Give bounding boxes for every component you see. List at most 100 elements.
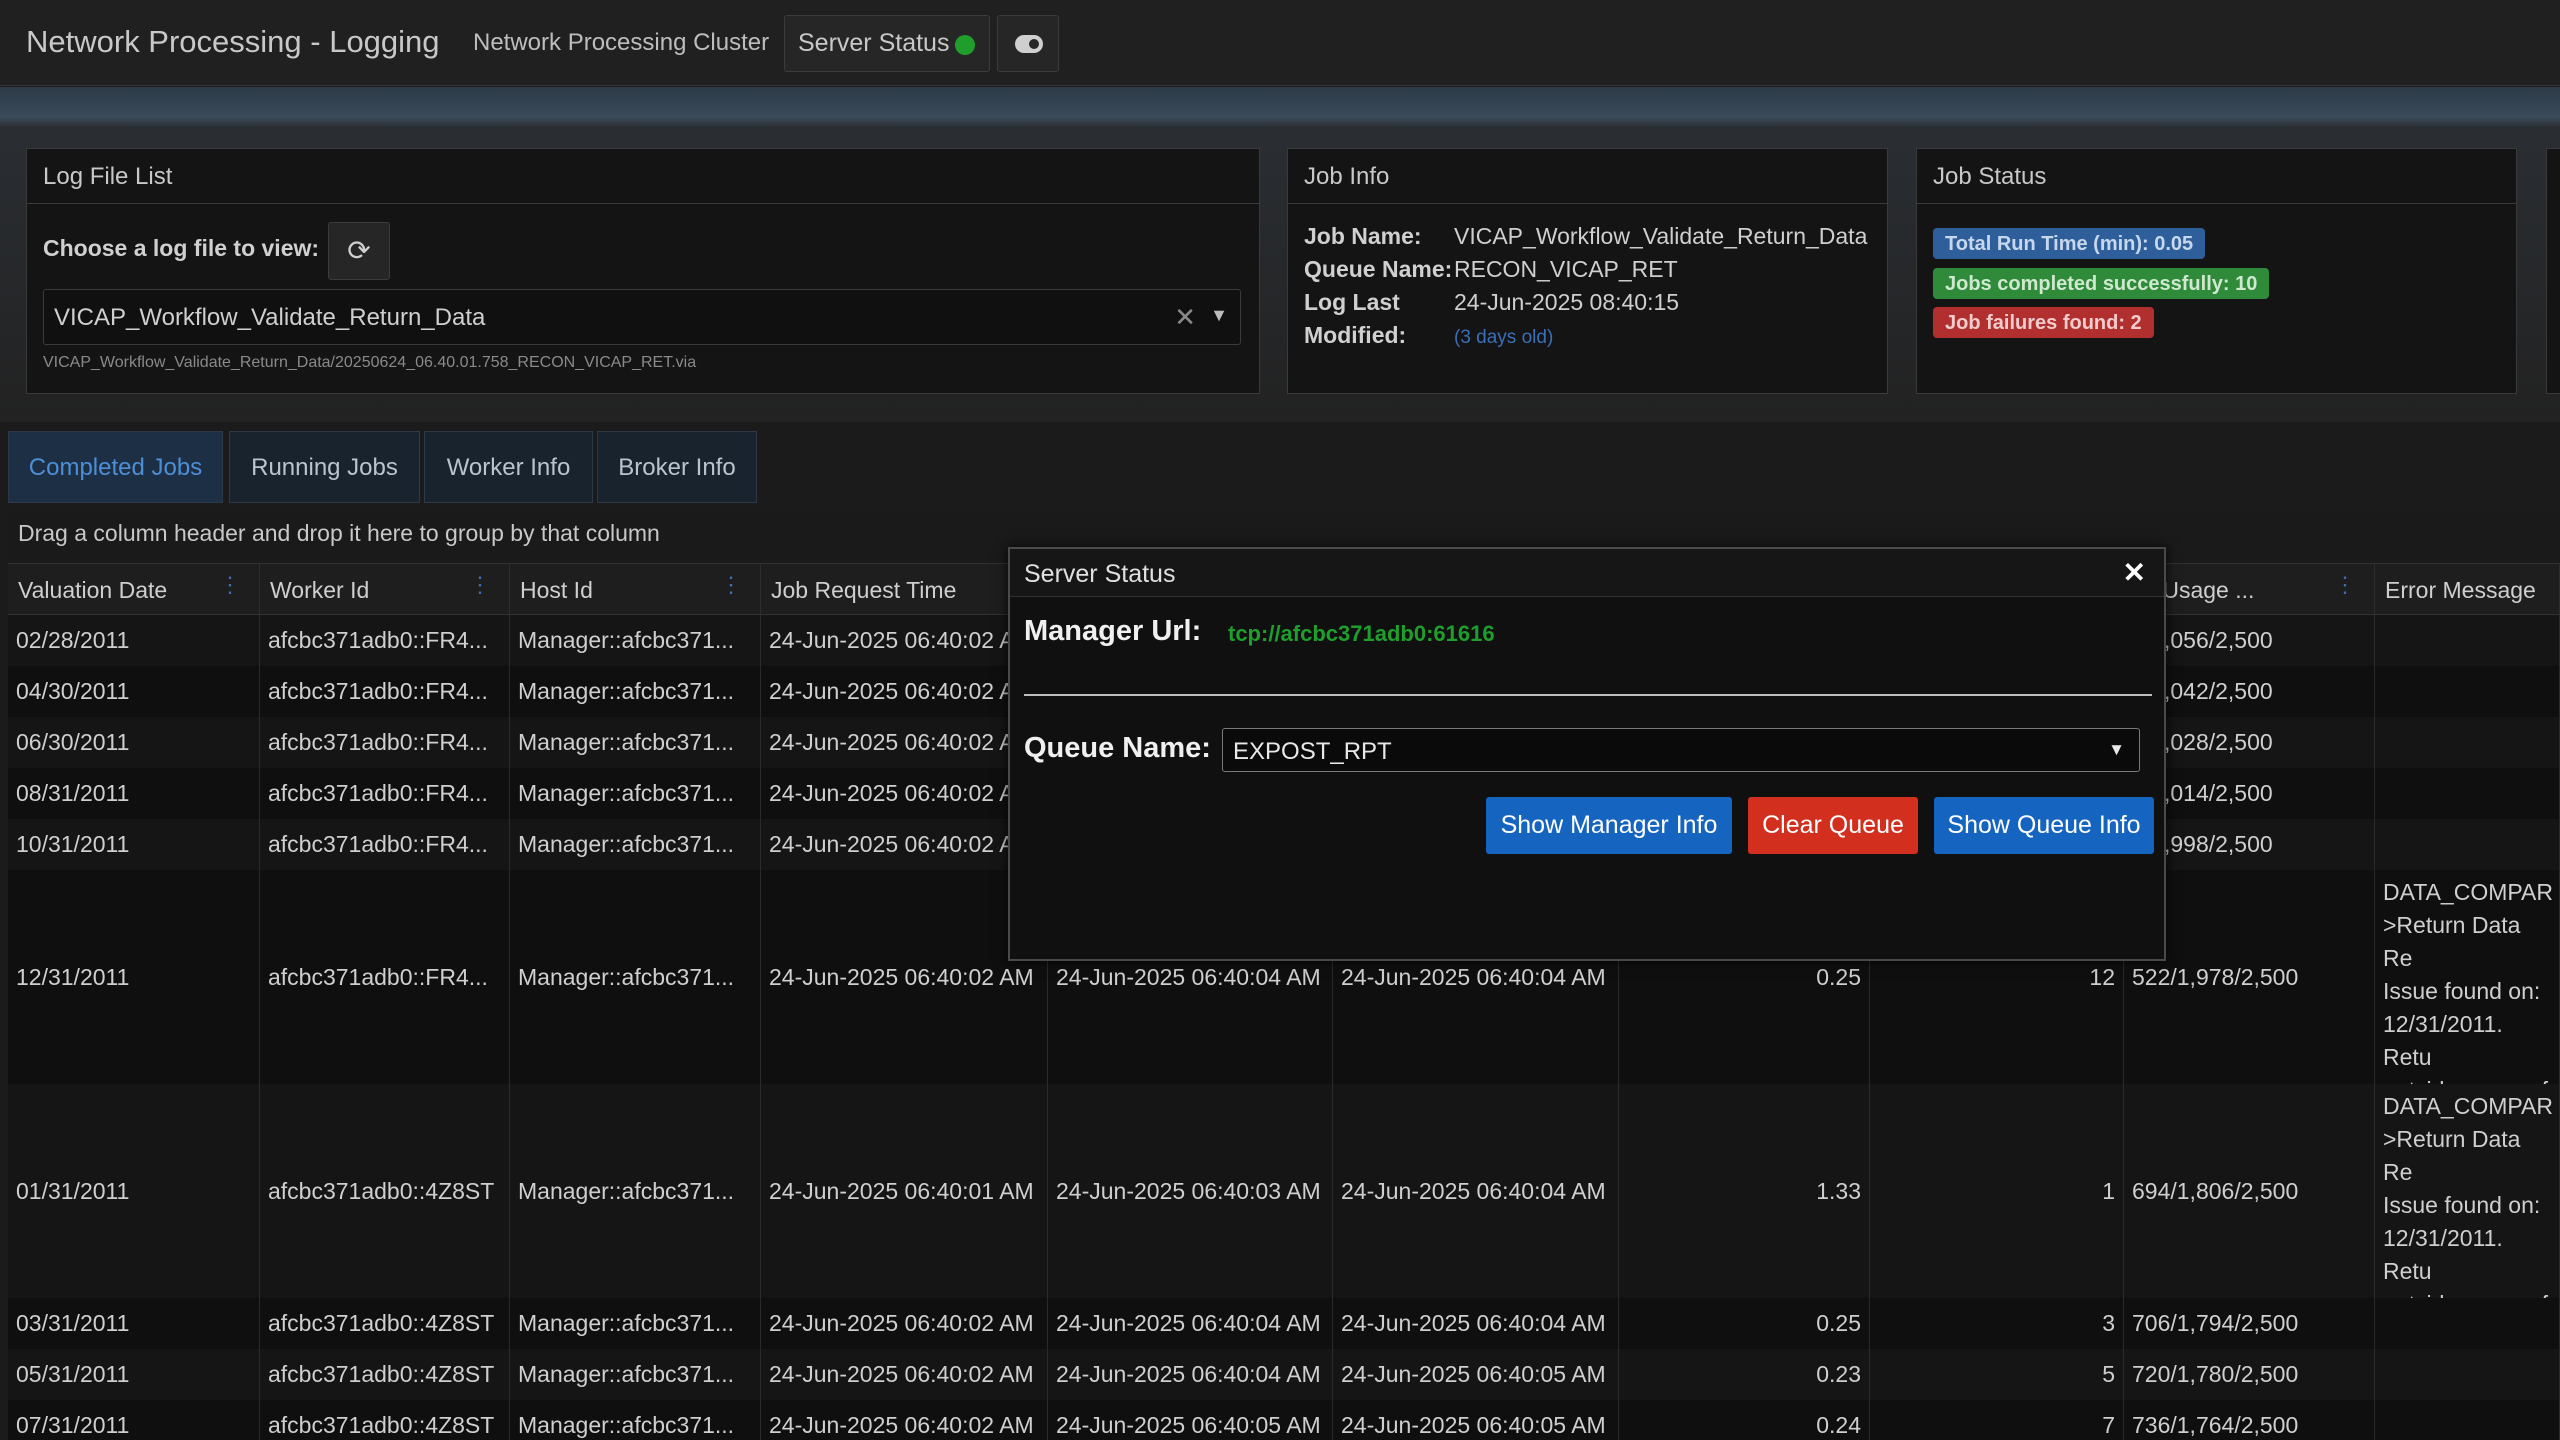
table-cell: 24-Jun-2025 06:40:02 AM [761, 615, 1048, 666]
table-cell: 24-Jun-2025 06:40:03 AM [1048, 1084, 1333, 1298]
column-header-label: Valuation Date [18, 577, 168, 603]
table-cell: 0.25 [1619, 1298, 1870, 1349]
table-cell: 24-Jun-2025 06:40:04 AM [1048, 1349, 1333, 1400]
table-cell: 01/31/2011 [8, 1084, 260, 1298]
column-header-label: Worker Id [270, 577, 370, 603]
log-file-path: VICAP_Workflow_Validate_Return_Data/2025… [43, 354, 697, 371]
table-cell: Manager::afcbc371... [510, 870, 761, 1084]
server-status-button[interactable]: Server Status [784, 15, 990, 72]
column-header-label: Job Request Time [771, 577, 957, 603]
chevron-down-icon: ▼ [2108, 740, 2125, 759]
table-cell: 24-Jun-2025 06:40:02 AM [761, 870, 1048, 1084]
tab-completed-jobs[interactable]: Completed Jobs [8, 431, 223, 503]
table-cell: 694/1,806/2,500 [2124, 1084, 2375, 1298]
table-cell: 12/31/2011 [8, 870, 260, 1084]
modal-title: Server Status [1024, 560, 1176, 588]
table-cell: Manager::afcbc371... [510, 615, 761, 666]
table-cell: afcbc371adb0::FR4... [260, 870, 510, 1084]
tab-worker-info[interactable]: Worker Info [424, 431, 593, 503]
table-row[interactable]: 01/31/2011 afcbc371adb0::4Z8ST Manager::af… [8, 1084, 2560, 1298]
chevron-down-icon[interactable]: ▼ [1210, 305, 1228, 326]
column-header-label: Host Id [520, 577, 593, 603]
table-cell [2375, 615, 2560, 666]
column-header-label: Error Message [2385, 577, 2536, 603]
column-header-error-message[interactable]: Error Message [2375, 564, 2560, 615]
job-failures-badge: Job failures found: 2 [1933, 307, 2154, 338]
table-cell: 24-Jun-2025 06:40:02 AM [761, 1298, 1048, 1349]
job-info-card: Job Info Job Name: VICAP_Workflow_Validat… [1287, 148, 1888, 394]
table-cell: 5 [1870, 1349, 2124, 1400]
table-cell: 24-Jun-2025 06:40:02 AM [761, 819, 1048, 870]
theme-toggle-button[interactable] [997, 15, 1059, 72]
queue-name-select[interactable]: EXPOST_RPT ▼ [1222, 728, 2140, 772]
jobs-completed-badge: Jobs completed successfully: 10 [1933, 268, 2270, 299]
job-name-label: Job Name: [1304, 223, 1422, 249]
table-cell: 03/31/2011 [8, 1298, 260, 1349]
table-cell: 24-Jun-2025 06:40:05 AM [1048, 1400, 1333, 1440]
column-menu-icon[interactable]: ⋮ [219, 572, 241, 598]
table-row[interactable]: 07/31/2011 afcbc371adb0::4Z8ST Manager::af… [8, 1400, 2560, 1440]
table-cell: Manager::afcbc371... [510, 1349, 761, 1400]
table-cell [2375, 717, 2560, 768]
column-menu-icon[interactable]: ⋮ [2334, 572, 2356, 598]
table-cell: 24-Jun-2025 06:40:04 AM [1048, 1298, 1333, 1349]
table-cell: 07/31/2011 [8, 1400, 260, 1440]
table-cell: DATA_COMPAR >Return Data Re Issue found … [2375, 1084, 2560, 1298]
column-header-host-id[interactable]: Host Id ⋮ [510, 564, 761, 615]
log-last-value: 24-Jun-2025 08:40:15 [1454, 289, 1680, 315]
queue-name-value: RECON_VICAP_RET [1454, 256, 1678, 282]
card-title: Job Info [1288, 149, 1887, 204]
manager-url-label: Manager Url: [1024, 615, 1202, 647]
log-file-selected-value: VICAP_Workflow_Validate_Return_Data [54, 304, 486, 331]
table-cell: 24-Jun-2025 06:40:04 AM [1333, 1298, 1619, 1349]
status-dot-icon [955, 35, 975, 55]
table-cell: DATA_COMPAR >Return Data Re Issue found … [2375, 870, 2560, 1084]
cluster-link[interactable]: Network Processing Cluster [473, 29, 769, 57]
table-cell: 10/31/2011 [8, 819, 260, 870]
show-queue-info-button[interactable]: Show Queue Info [1934, 797, 2154, 854]
modified-row: Modified: [1304, 322, 1454, 349]
column-header-valuation-date[interactable]: Valuation Date ⋮ [8, 564, 260, 615]
modal-divider [1024, 694, 2152, 696]
column-header-worker-id[interactable]: Worker Id ⋮ [260, 564, 510, 615]
table-cell: afcbc371adb0::FR4... [260, 819, 510, 870]
table-cell: afcbc371adb0::4Z8ST [260, 1084, 510, 1298]
table-cell [2375, 819, 2560, 870]
column-header-job-request-time[interactable]: Job Request Time [761, 564, 1048, 615]
table-cell [2375, 1400, 2560, 1440]
clear-queue-button[interactable]: Clear Queue [1748, 797, 1918, 854]
log-file-select[interactable]: VICAP_Workflow_Validate_Return_Data ✕ ▼ [43, 289, 1241, 345]
refresh-button[interactable]: ⟳ [328, 222, 390, 280]
table-cell [2375, 1298, 2560, 1349]
log-file-list-card: Log File List Choose a log file to view:… [26, 148, 1260, 394]
offscreen-card [2546, 148, 2560, 394]
table-cell: 3 [1870, 1298, 2124, 1349]
table-cell: 0.24 [1619, 1400, 1870, 1440]
top-navbar: Network Processing - Logging Network Pro… [0, 0, 2560, 86]
queue-name-row: Queue Name:RECON_VICAP_RET [1304, 256, 1678, 283]
queue-selected-value: EXPOST_RPT [1233, 738, 1392, 765]
table-cell: afcbc371adb0::FR4... [260, 717, 510, 768]
table-cell: afcbc371adb0::FR4... [260, 666, 510, 717]
table-cell: 02/28/2011 [8, 615, 260, 666]
table-cell: afcbc371adb0::4Z8ST [260, 1298, 510, 1349]
job-name-row: Job Name: VICAP_Workflow_Validate_Return_… [1304, 223, 1867, 250]
manager-url-value: tcp://afcbc371adb0:61616 [1228, 621, 1495, 646]
toggle-icon [1015, 35, 1043, 53]
tab-broker-info[interactable]: Broker Info [597, 431, 757, 503]
column-menu-icon[interactable]: ⋮ [469, 572, 491, 598]
table-cell: afcbc371adb0::FR4... [260, 768, 510, 819]
table-cell: 1 [1870, 1084, 2124, 1298]
table-cell: Manager::afcbc371... [510, 666, 761, 717]
tab-running-jobs[interactable]: Running Jobs [229, 431, 420, 503]
table-cell: 24-Jun-2025 06:40:05 AM [1333, 1349, 1619, 1400]
table-row[interactable]: 03/31/2011 afcbc371adb0::4Z8ST Manager::af… [8, 1298, 2560, 1349]
table-cell: Manager::afcbc371... [510, 768, 761, 819]
close-icon[interactable]: ✕ [2123, 556, 2146, 589]
table-cell: 06/30/2011 [8, 717, 260, 768]
table-cell: 24-Jun-2025 06:40:02 AM [761, 768, 1048, 819]
clear-icon[interactable]: ✕ [1174, 302, 1196, 333]
table-row[interactable]: 05/31/2011 afcbc371adb0::4Z8ST Manager::af… [8, 1349, 2560, 1400]
show-manager-info-button[interactable]: Show Manager Info [1486, 797, 1732, 854]
column-menu-icon[interactable]: ⋮ [720, 572, 742, 598]
